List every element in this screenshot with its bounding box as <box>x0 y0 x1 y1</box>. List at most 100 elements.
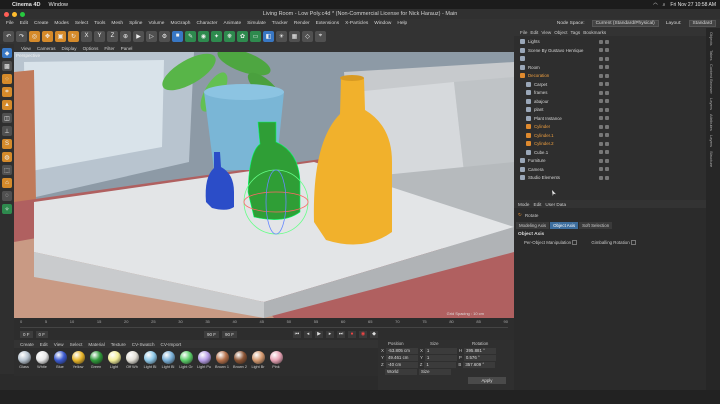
undo-icon[interactable]: ↶ <box>3 30 14 42</box>
pen-icon[interactable]: ✎ <box>185 30 196 42</box>
app-name[interactable]: Cinema 4D <box>12 2 40 8</box>
window-menu[interactable]: Window <box>48 2 68 8</box>
floor-icon[interactable]: ▭ <box>250 30 261 42</box>
menu-volume[interactable]: Volume <box>145 21 167 26</box>
mat-menu-view[interactable]: View <box>51 342 67 347</box>
menu-select[interactable]: Select <box>72 21 91 26</box>
menu-simulate[interactable]: Simulate <box>244 21 269 26</box>
size-mode-select[interactable]: Size <box>419 368 451 375</box>
visibility-flags[interactable] <box>599 158 609 163</box>
object-row[interactable]: Studio Elements <box>514 174 706 182</box>
side-tab-structure[interactable]: Structure <box>709 151 714 167</box>
menu-modes[interactable]: Modes <box>51 21 71 26</box>
menu-xparticles[interactable]: X-Particles <box>342 21 371 26</box>
object-row[interactable]: Carpet <box>514 81 706 89</box>
side-tab-takes[interactable]: Takes <box>709 50 714 60</box>
material-swatch[interactable]: Brown 2 <box>232 351 248 373</box>
per-object-manipulation-option[interactable]: Per-Object Manipulation <box>524 240 578 246</box>
node-space-select[interactable]: Current (Standard/Physical) <box>591 20 659 27</box>
minimize-icon[interactable] <box>12 12 17 17</box>
layout-select[interactable]: Standard <box>688 20 716 27</box>
side-tab-layers-2[interactable]: Layers <box>709 135 714 147</box>
scale-icon[interactable]: ▣ <box>55 30 66 42</box>
menu-spline[interactable]: Spline <box>126 21 145 26</box>
object-row[interactable]: Cylinder.1 <box>514 132 706 140</box>
zoom-icon[interactable] <box>20 12 25 17</box>
viewport-menu-view[interactable]: View <box>18 46 34 51</box>
perspective-viewport[interactable]: Perspective Grid Spacing : 10 cm <box>14 52 514 318</box>
start-frame-field[interactable]: 0 F <box>35 330 49 338</box>
checkbox[interactable] <box>572 240 578 246</box>
axis-mode-icon[interactable]: ⊥ <box>2 126 12 136</box>
rotation-h-field[interactable]: 395.881 ° <box>464 347 497 354</box>
visibility-flags[interactable] <box>599 150 609 155</box>
visibility-flags[interactable] <box>599 124 609 129</box>
apply-button[interactable]: Apply <box>468 377 506 384</box>
visibility-flags[interactable] <box>599 65 609 70</box>
rotate-icon[interactable]: ↻ <box>68 30 79 42</box>
tab-soft-selection[interactable]: Soft Selection <box>579 222 613 229</box>
obj-menu-file[interactable]: File <box>520 30 527 35</box>
gimballing-rotation-option[interactable]: Gimballing Rotation <box>591 240 636 246</box>
redo-icon[interactable]: ↷ <box>16 30 27 42</box>
visibility-flags[interactable] <box>599 175 609 180</box>
viewport-menu-cameras[interactable]: Cameras <box>34 46 59 51</box>
coordinate-system-icon[interactable]: ⊕ <box>120 30 131 42</box>
menu-tools[interactable]: Tools <box>91 21 108 26</box>
rotation-b-field[interactable]: 357.609 ° <box>463 361 496 368</box>
uv-mode-icon[interactable]: ◫ <box>2 113 12 123</box>
material-swatch[interactable]: Off Wh <box>124 351 140 373</box>
material-swatch[interactable]: Green <box>88 351 104 373</box>
attr-menu-mode[interactable]: Mode <box>518 202 530 207</box>
model-mode-icon[interactable]: ◆ <box>2 48 12 58</box>
object-row[interactable]: Furniture <box>514 157 706 165</box>
cube-icon[interactable]: ■ <box>172 30 183 42</box>
menu-extensions[interactable]: Extensions <box>313 21 342 26</box>
object-row[interactable]: Lights <box>514 38 706 46</box>
material-swatch[interactable]: Light Bl <box>160 351 176 373</box>
subdivision-icon[interactable]: ◉ <box>198 30 209 42</box>
size-z-field[interactable]: 1 <box>424 361 457 368</box>
render-picture-viewer-icon[interactable]: ▷ <box>146 30 157 42</box>
axis-x-button[interactable]: X <box>81 30 92 42</box>
mat-menu-texture[interactable]: Texture <box>108 342 129 347</box>
object-row[interactable]: Plant Instance <box>514 115 706 123</box>
goto-start-icon[interactable]: ⏮ <box>293 330 302 338</box>
object-row[interactable]: Camera <box>514 166 706 174</box>
camera-icon[interactable]: ◧ <box>263 30 274 42</box>
position-y-field[interactable]: 49.461 cm <box>385 354 418 361</box>
visibility-flags[interactable] <box>599 39 609 44</box>
menu-mograph[interactable]: MoGraph <box>167 21 193 26</box>
preview-end-field[interactable]: 90 F <box>222 330 238 338</box>
workplane-mode-icon[interactable]: ⬚ <box>2 165 12 175</box>
viewport-menu-panel[interactable]: Panel <box>118 46 136 51</box>
viewport-menu-filter[interactable]: Filter <box>101 46 117 51</box>
light-icon[interactable]: ☀ <box>276 30 287 42</box>
prev-key-icon[interactable]: ◂ <box>304 330 313 338</box>
material-swatch[interactable]: Light <box>106 351 122 373</box>
obj-menu-object[interactable]: Object <box>554 30 567 35</box>
next-key-icon[interactable]: ▸ <box>326 330 335 338</box>
record-icon[interactable]: ● <box>348 330 357 338</box>
object-row[interactable]: Room <box>514 64 706 72</box>
attr-menu-edit[interactable]: Edit <box>534 202 542 207</box>
object-row[interactable]: frames <box>514 89 706 97</box>
grid-snap-icon[interactable]: ▦ <box>289 30 300 42</box>
position-z-field[interactable]: -40 cm <box>385 361 418 368</box>
obj-menu-edit[interactable]: Edit <box>530 30 538 35</box>
search-icon[interactable]: ⌕ <box>663 2 666 8</box>
material-swatch[interactable]: Yellow <box>70 351 86 373</box>
polygons-mode-icon[interactable]: ▲ <box>2 100 12 110</box>
visibility-flags[interactable] <box>599 167 609 172</box>
menu-character[interactable]: Character <box>193 21 220 26</box>
object-row[interactable]: plant <box>514 106 706 114</box>
timeline-ruler[interactable]: 0 5 10 15 20 25 30 35 40 45 50 55 60 65 … <box>20 319 508 328</box>
menu-edit[interactable]: Edit <box>17 21 31 26</box>
material-swatch[interactable]: Light Pu <box>196 351 212 373</box>
points-mode-icon[interactable]: ⁘ <box>2 74 12 84</box>
mat-menu-material[interactable]: Material <box>85 342 107 347</box>
material-swatch[interactable]: Blue <box>52 351 68 373</box>
move-icon[interactable]: ✥ <box>42 30 53 42</box>
side-tab-content-browser[interactable]: Content Browser <box>709 64 714 94</box>
soft-selection-icon[interactable]: ◌ <box>2 191 12 201</box>
